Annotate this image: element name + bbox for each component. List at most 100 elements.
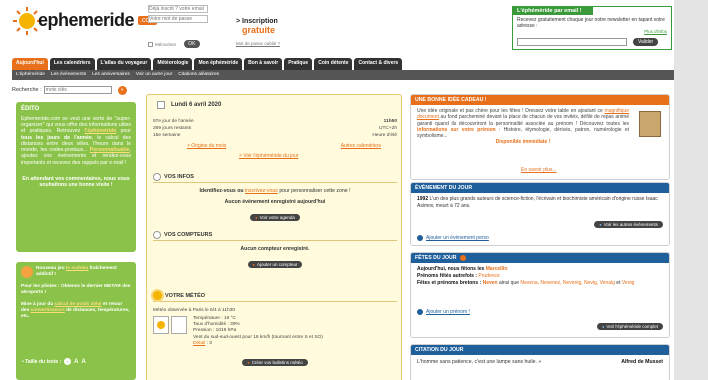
view-agenda-button[interactable]: Voir votre agenda bbox=[250, 214, 300, 221]
nav-tab-practical[interactable]: Pratique bbox=[284, 58, 313, 70]
text-size-a-button[interactable]: A bbox=[74, 359, 78, 365]
newsletter-info-link[interactable]: Plus d'infos bbox=[644, 29, 667, 34]
counters-none: Aucun compteur enregistré. bbox=[153, 246, 397, 252]
edito-personalizable-link[interactable]: Personnalisable bbox=[90, 147, 130, 153]
infos-title: VOS INFOS bbox=[164, 174, 194, 180]
add-counter-button[interactable]: Ajouter un compteur bbox=[247, 261, 303, 268]
calendar-icon bbox=[157, 101, 165, 109]
gift-more-link[interactable]: En savoir plus... bbox=[521, 167, 557, 173]
event-description: L'un des plus grands auteurs de science-… bbox=[417, 196, 658, 209]
login-email-input[interactable] bbox=[148, 5, 208, 13]
other-events-button[interactable]: Voir les autres évènements bbox=[594, 221, 663, 228]
user-icon bbox=[153, 173, 161, 181]
subnav-ephemeride[interactable]: L'éphéméride bbox=[16, 72, 45, 78]
subnav-random-quotes[interactable]: Citations aléatoires bbox=[178, 72, 219, 78]
citation-title: CITATION DU JOUR bbox=[411, 345, 669, 355]
subnav-birthdays[interactable]: Les anniversaires bbox=[92, 72, 130, 78]
add-event-link[interactable]: Ajouter un évènement perso bbox=[417, 235, 489, 241]
fetes-and-text: ainsi que bbox=[497, 279, 521, 286]
login-password-input[interactable] bbox=[148, 15, 208, 23]
news-item-sudoku: Nouveau jeu le sudoku fraîchement addict… bbox=[21, 266, 131, 278]
login-form: Mémoriser OK bbox=[148, 4, 228, 48]
news-sudoku-text: Nouveau jeu bbox=[36, 266, 66, 271]
event-text: 1992 L'un des plus grands auteurs de sci… bbox=[411, 193, 669, 212]
counters-title: VOS COMPTEURS bbox=[164, 232, 213, 238]
saint-marcellin-link[interactable]: Marcellin bbox=[486, 266, 508, 272]
edito-ephemeride-link[interactable]: l'éphéméride bbox=[85, 128, 117, 134]
nav-tab-good-to-know[interactable]: Bon à savoir bbox=[244, 58, 283, 70]
meteo-detail-link[interactable]: Détail bbox=[193, 341, 205, 346]
add-bullet-icon bbox=[417, 309, 423, 315]
nav-tab-atlas[interactable]: L'atlas du voyageur bbox=[96, 58, 152, 70]
remember-checkbox[interactable] bbox=[148, 41, 153, 47]
edito-all-days: tous les jours de l'année bbox=[21, 134, 92, 141]
edito-panel: ÉDITO Ephemeride.com se veut une sorte d… bbox=[16, 102, 136, 252]
subnav-events[interactable]: Les évènements bbox=[51, 72, 86, 78]
nav-tab-contact[interactable]: Contact & divers bbox=[354, 58, 403, 70]
parchment-image[interactable] bbox=[639, 111, 661, 137]
nav-tab-my-ephemeride[interactable]: Mon éphéméride bbox=[194, 58, 243, 70]
create-meteo-button[interactable]: Créer vos bulletins météo bbox=[242, 359, 308, 367]
meteo-detail-count: : 3 bbox=[205, 340, 212, 346]
browser-viewport: ephemeride .com Mémoriser OK > Inscripti… bbox=[0, 0, 708, 380]
infos-none: Aucun évènement enregistré aujourd'hui bbox=[153, 199, 397, 205]
primary-nav: Aujourd'hui Les calendriers L'atlas du v… bbox=[12, 58, 674, 70]
site-logo[interactable]: ephemeride .com bbox=[12, 4, 158, 54]
month-origin-link[interactable]: > Origine du mois bbox=[187, 143, 226, 149]
firstname-info-link[interactable]: informations sur votre prénom bbox=[417, 127, 496, 133]
newsletter-box: L'éphéméride par email ! Recevez gratuit… bbox=[512, 6, 672, 50]
text-size-a-large-button[interactable]: A bbox=[82, 359, 86, 365]
counter-icon bbox=[153, 231, 161, 239]
ideal-weight-link[interactable]: calcul de poids idéal bbox=[55, 302, 102, 307]
counters-section: VOS COMPTEURS Aucun compteur enregistré.… bbox=[153, 231, 397, 268]
inscription-line2: gratuite bbox=[242, 25, 276, 35]
text-size-minus-button[interactable]: - bbox=[64, 358, 72, 365]
nav-tab-meteo[interactable]: Météorologie bbox=[153, 58, 193, 70]
saint-venig-link[interactable]: Venig bbox=[622, 280, 635, 286]
inscription-line1: > Inscription bbox=[236, 18, 278, 25]
inscription-block[interactable]: > Inscription gratuite Mot de passe oubl… bbox=[236, 18, 280, 46]
search-bar: Recherche : » bbox=[12, 84, 136, 96]
infos-personalize-text: pour personnaliser cette zone ! bbox=[277, 188, 351, 194]
search-go-button[interactable]: » bbox=[117, 85, 127, 95]
fetes-today-label: Aujourd'hui, nous fêtons les bbox=[417, 266, 486, 272]
date-header: Lundi 6 avril 2020 bbox=[157, 101, 393, 109]
nav-tab-calendars[interactable]: Les calendriers bbox=[49, 58, 95, 70]
meteo-wind: Vent du sud-sud-ouest pour 18 km/h (tour… bbox=[193, 334, 323, 340]
nav-tab-today[interactable]: Aujourd'hui bbox=[12, 58, 48, 70]
newsletter-email-input[interactable] bbox=[517, 38, 627, 46]
newsletter-submit-button[interactable]: Valider bbox=[633, 38, 659, 46]
saint-prudence-link[interactable]: Prudence bbox=[478, 273, 499, 279]
other-calendars-link[interactable]: Autres calendriers bbox=[341, 143, 381, 149]
day-ephemeride-link[interactable]: > Voir l'éphéméride du jour bbox=[239, 153, 298, 159]
today-panel: Lundi 6 avril 2020 97e jour de l'année 2… bbox=[146, 94, 402, 380]
timezone: UTC+2h bbox=[379, 126, 397, 131]
sudoku-link[interactable]: le sudoku bbox=[66, 266, 88, 271]
search-input[interactable] bbox=[43, 86, 112, 94]
edito-text-2: pour bbox=[116, 128, 131, 135]
text-size-control: • Taille du texte : - A A bbox=[22, 358, 86, 365]
fetes-info-icon[interactable] bbox=[459, 255, 466, 261]
fetes-box: FÊTES DU JOUR Aujourd'hui, nous fêtons l… bbox=[410, 252, 670, 338]
gift-idea-box: UNE BONNE IDÉE CADEAU ! Une idée origina… bbox=[410, 94, 670, 180]
citation-author[interactable]: Alfred de Musset bbox=[621, 359, 663, 365]
breton-names-list[interactable]: Nevena, Nevenez, Nevenig, Nevig, Venaig bbox=[520, 280, 615, 286]
weather-sunny-icon bbox=[153, 316, 169, 334]
login-row: Mémoriser OK bbox=[148, 40, 200, 48]
register-link[interactable]: inscrivez-vous bbox=[245, 188, 278, 194]
days-remaining: 269 jours restants bbox=[153, 125, 192, 131]
current-time: 11h50 bbox=[383, 119, 397, 124]
login-ok-button[interactable]: OK bbox=[184, 40, 200, 48]
subnav-other-day[interactable]: Voir un autre jour bbox=[136, 72, 173, 78]
current-date: Lundi 6 avril 2020 bbox=[171, 102, 222, 108]
no-event-text: Aucun évènement enregistré aujourd'hui bbox=[224, 199, 326, 205]
day-links: > Origine du mois Autres calendriers > V… bbox=[187, 143, 397, 159]
browser-gutter bbox=[674, 0, 708, 380]
nav-tab-relax[interactable]: Coin détente bbox=[314, 58, 353, 70]
event-box: ÉVÈNEMENT DU JOUR 1992 L'un des plus gra… bbox=[410, 182, 670, 246]
converters-link[interactable]: convertisseurs bbox=[31, 308, 65, 313]
saint-neven-link[interactable]: Neven bbox=[483, 280, 498, 286]
forgot-password-link[interactable]: Mot de passe oublié ? bbox=[236, 41, 280, 46]
add-firstname-link[interactable]: Ajouter un prénom ! bbox=[417, 309, 470, 315]
full-ephemeride-button[interactable]: Voir l'éphéméride complet bbox=[596, 323, 663, 330]
